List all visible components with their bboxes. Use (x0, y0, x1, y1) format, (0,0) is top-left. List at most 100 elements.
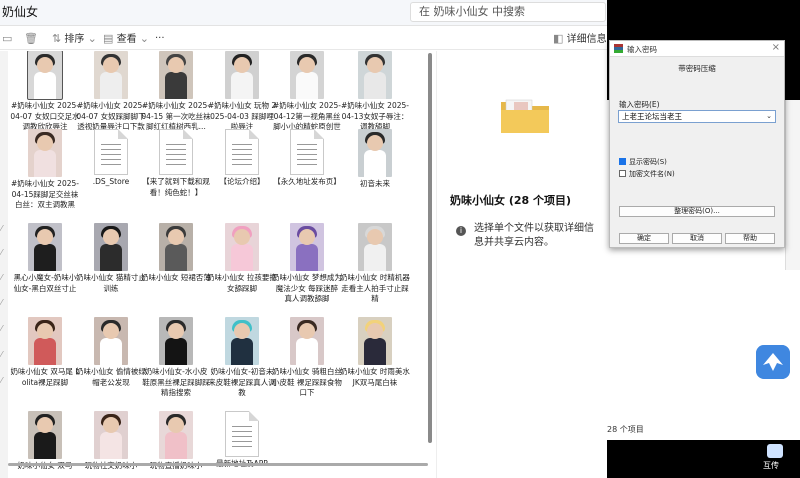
video-file[interactable]: #奶味小仙女 2025-04-07 女奴口交足水调教欣欣辱注 (10, 51, 80, 133)
navigation-pane: ⁄ ⁄ ⁄ ⁄ ⁄ ⁄ ⁄ (0, 51, 8, 478)
file-name: #奶味小仙女 2025-04-15 第一次吃丝袜脚红红植树西乳... (141, 101, 211, 131)
video-file[interactable]: 奶味小仙女-初音未来皮鞋裸足踩真人调教 (207, 317, 277, 399)
document-file[interactable]: 最新地址及APP (207, 411, 277, 470)
pin-icon: ⁄ (1, 324, 3, 333)
video-thumbnail (94, 51, 128, 99)
video-thumbnail (290, 317, 324, 365)
document-file[interactable]: 【永久地址发布页】 (272, 129, 342, 188)
video-thumbnail (28, 223, 62, 271)
pin-icon: ⁄ (1, 350, 3, 359)
document-file[interactable]: 【来了就到下载和观看！纯色蛇！】 (141, 129, 211, 198)
file-name: 黑心小魔女-奶味小仙女-黑白双丝寸止 (13, 273, 77, 293)
organize-passwords-button[interactable]: 整理密码(O)... (619, 206, 775, 217)
video-thumbnail (159, 51, 193, 99)
video-file[interactable]: 奶味小仙女 拉孩要把女舔踩脚 (207, 223, 277, 294)
video-thumbnail (358, 223, 392, 271)
video-file[interactable]: 初音未来 (340, 129, 410, 190)
video-file[interactable]: #奶味小仙女 2025-04-15踩脚足交丝袜白丝：双主调教黑丝... (10, 129, 80, 211)
file-name: #奶味小仙女 2025-04-07 女奴踩脚脚下透视奶量辱注口下款 (76, 101, 146, 131)
show-password-label: 显示密码(S) (629, 158, 667, 166)
video-file[interactable]: 奶味小仙女-水小皮鞋原黑丝裸足踩脚踩精指搜索 (141, 317, 211, 399)
video-file[interactable]: 奶味小仙女 骑粗白丝 小皮鞋 裸足踩踩食物口下 (272, 317, 342, 399)
file-name: 奶味小仙女 时精机器走看主人拍手寸止踩精 (340, 273, 410, 303)
file-name: #奶味小仙女 玩物 2025-04-03 踩脚哩啦辱注 (207, 101, 277, 131)
video-file[interactable]: #奶味小仙女 2025-04-15 第一次吃丝袜脚红红植树西乳... (141, 51, 211, 133)
video-thumbnail (290, 223, 324, 271)
chevron-down-icon[interactable]: ⌄ (766, 111, 772, 122)
file-name: 奶味小仙女-初音未来皮鞋裸足踩真人调教 (208, 367, 276, 397)
item-count: 28 个项目 (607, 425, 644, 434)
transfer-app-icon[interactable] (767, 444, 783, 458)
new-icon[interactable]: ▭ (2, 31, 12, 47)
delete-icon[interactable]: 🗑 (24, 31, 38, 47)
document-icon (290, 129, 324, 175)
view-button[interactable]: ▤ 查看 ⌄ (103, 31, 149, 47)
details-button[interactable]: ◧ 详细信息 (553, 31, 607, 47)
video-thumbnail (358, 317, 392, 365)
cancel-button[interactable]: 取消 (672, 233, 722, 244)
file-name: 奶味小仙女 双马尾 Lolita裸足踩脚 (10, 367, 80, 387)
folder-title: 奶味小仙女 (28 个项目) (450, 194, 572, 207)
password-field[interactable]: 上老王论坛当老王 ⌄ (618, 110, 776, 123)
video-thumbnail (225, 51, 259, 99)
video-file[interactable]: 奶味小仙女 偷情被绿帽老公发现 (76, 317, 146, 388)
app-bird-icon[interactable] (756, 345, 790, 379)
transfer-app-label[interactable]: 互传 (763, 460, 779, 471)
file-name: .DS_Store (92, 177, 130, 186)
pin-icon: ⁄ (1, 376, 3, 385)
video-file[interactable]: 奶味小仙女 时雨美水JK双马尾白袜 (340, 317, 410, 388)
video-file[interactable]: 奶味小仙女 双马尾 Lolita裸足踩脚 (10, 317, 80, 388)
address-bar[interactable]: 奶仙女 (0, 2, 400, 22)
file-name: #奶味小仙女 2025-04-07 女奴口交足水调教欣欣辱注 (10, 101, 80, 131)
video-file[interactable]: 奶味小仙女 时精机器走看主人拍手寸止踩精 (340, 223, 410, 305)
sort-button[interactable]: ⇅ 排序 ⌄ (52, 31, 97, 47)
video-thumbnail (290, 51, 324, 99)
video-thumbnail (94, 317, 128, 365)
file-name: 初音未来 (360, 179, 390, 188)
file-name: #奶味小仙女 2025-04-15踩脚足交丝袜白丝：双主调教黑丝... (11, 179, 79, 211)
search-input[interactable]: 在 奶味小仙女 中搜索 (410, 2, 606, 22)
video-thumbnail (358, 129, 392, 177)
encrypt-names-label: 加密文件名(N) (629, 170, 675, 178)
file-explorer-window: 奶仙女 在 奶味小仙女 中搜索 ▭ 🗑 ⇅ 排序 ⌄ ▤ 查看 ⌄ ··· ◧ … (0, 0, 607, 478)
close-icon[interactable]: × (772, 42, 780, 53)
document-icon (94, 129, 128, 175)
video-file[interactable]: #奶味小仙女 玩物 2025-04-03 踩脚哩啦辱注 (207, 51, 277, 133)
video-file[interactable]: #奶味小仙女 2025-04-13女奴子辱注：调教舔脚 (340, 51, 410, 133)
document-file[interactable]: 【论坛介绍】 (207, 129, 277, 188)
more-button[interactable]: ··· (155, 31, 165, 47)
view-icon: ▤ (103, 32, 114, 45)
help-button[interactable]: 帮助 (725, 233, 775, 244)
video-file[interactable]: 奶味小仙女 猫精寸止训练 (76, 223, 146, 294)
horizontal-scrollbar[interactable] (8, 463, 428, 466)
file-name: 奶味小仙女 拉孩要把女舔踩脚 (207, 273, 277, 293)
video-file[interactable]: #奶味小仙女 2025-04-12第一视角黑丝脚小小的精蛇原创世界 (272, 51, 342, 133)
file-name: 【来了就到下载和观看！纯色蛇！】 (142, 177, 210, 197)
scrollbar-thumb[interactable] (428, 53, 432, 443)
video-file[interactable]: 黑心小魔女-奶味小仙女-黑白双丝寸止 (10, 223, 80, 294)
details-pane-icon: ◧ (553, 32, 564, 45)
video-thumbnail (94, 223, 128, 271)
pin-icon: ⁄ (1, 273, 3, 282)
file-name: 奶味小仙女 短裙否薄 (141, 273, 211, 282)
info-icon: i (456, 226, 466, 236)
file-name: #奶味小仙女 2025-04-13女奴子辱注：调教舔脚 (341, 101, 409, 131)
video-file[interactable]: 奶味小仙女 短裙否薄 (141, 223, 211, 284)
document-file[interactable]: .DS_Store (76, 129, 146, 188)
ok-button[interactable]: 确定 (619, 233, 669, 244)
address-bar-row: 奶仙女 在 奶味小仙女 中搜索 (0, 0, 607, 26)
file-name: 奶味小仙女 梦想成为魔法少女 每踩迷醉 真人调教舔脚 (272, 273, 342, 303)
toolbar: ▭ 🗑 ⇅ 排序 ⌄ ▤ 查看 ⌄ ··· ◧ 详细信息 (0, 28, 607, 50)
video-thumbnail (159, 317, 193, 365)
video-thumbnail (27, 51, 63, 100)
show-password-checkbox[interactable] (619, 158, 626, 165)
encrypt-names-checkbox[interactable] (619, 170, 626, 177)
file-name: 奶味小仙女 时雨美水JK双马尾白袜 (340, 367, 410, 387)
video-thumbnail (159, 223, 193, 271)
video-file[interactable]: #奶味小仙女 2025-04-07 女奴踩脚脚下透视奶量辱注口下款 (76, 51, 146, 133)
sort-icon: ⇅ (52, 32, 62, 45)
password-value: 上老王论坛当老王 (622, 112, 682, 121)
video-file[interactable]: 奶味小仙女 梦想成为魔法少女 每踩迷醉 真人调教舔脚 (272, 223, 342, 305)
pin-icon: ⁄ (1, 224, 3, 233)
file-name: 【永久地址发布页】 (273, 177, 341, 186)
